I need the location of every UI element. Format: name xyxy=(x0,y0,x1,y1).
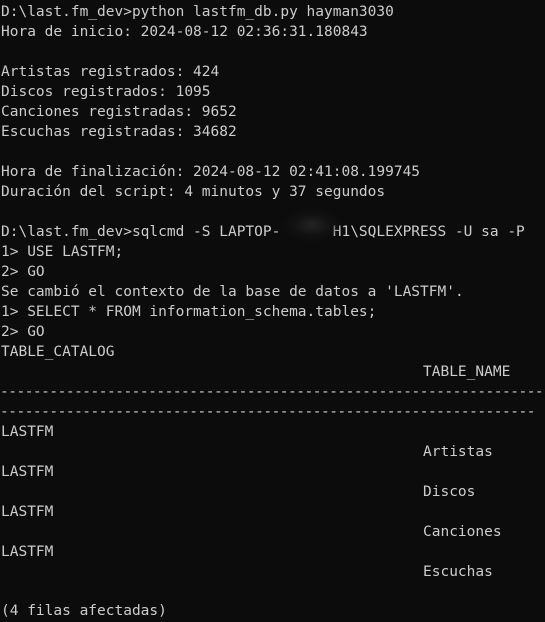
context-changed-line: Se cambió el contexto de la base de dato… xyxy=(1,284,464,300)
table-header-name: TABLE_NAME xyxy=(423,364,511,380)
table-separator-short: ----------------------------------------… xyxy=(0,404,545,420)
table-row-catalog: LASTFM xyxy=(1,424,54,440)
command-line-python: D:\last.fm_dev>python lastfm_db.py hayma… xyxy=(1,4,394,20)
table-row-name: Escuchas xyxy=(423,564,493,580)
table-separator-long: ----------------------------------------… xyxy=(0,384,545,400)
command-line-sqlcmd: D:\last.fm_dev>sqlcmd -S LAPTOP- H1\SQLE… xyxy=(1,224,525,240)
duration-line: Duración del script: 4 minutos y 37 segu… xyxy=(1,184,386,200)
sql-go-line: 2> GO xyxy=(1,264,45,280)
start-time-line: Hora de inicio: 2024-08-12 02:36:31.1808… xyxy=(1,24,368,40)
table-row-name: Canciones xyxy=(423,524,502,540)
table-row-catalog: LASTFM xyxy=(1,544,54,560)
table-row-name: Artistas xyxy=(423,444,493,460)
table-header-catalog: TABLE_CATALOG xyxy=(1,344,115,360)
end-time-line: Hora de finalización: 2024-08-12 02:41:0… xyxy=(1,164,421,180)
terminal-window[interactable]: D:\last.fm_dev>python lastfm_db.py hayma… xyxy=(0,0,545,622)
albums-count-line: Discos registrados: 1095 xyxy=(1,84,211,100)
scrobbles-count-line: Escuchas registradas: 34682 xyxy=(1,124,237,140)
table-row-name: Discos xyxy=(423,484,476,500)
artists-count-line: Artistas registrados: 424 xyxy=(1,64,220,80)
table-row-catalog: LASTFM xyxy=(1,504,54,520)
songs-count-line: Canciones registradas: 9652 xyxy=(1,104,237,120)
table-row-catalog: LASTFM xyxy=(1,464,54,480)
sql-select-line: 1> SELECT * FROM information_schema.tabl… xyxy=(1,304,377,320)
rows-affected-line: (4 filas afectadas) xyxy=(1,603,167,619)
sql-use-line: 1> USE LASTFM; xyxy=(1,244,124,260)
sql-go-line-2: 2> GO xyxy=(1,324,45,340)
